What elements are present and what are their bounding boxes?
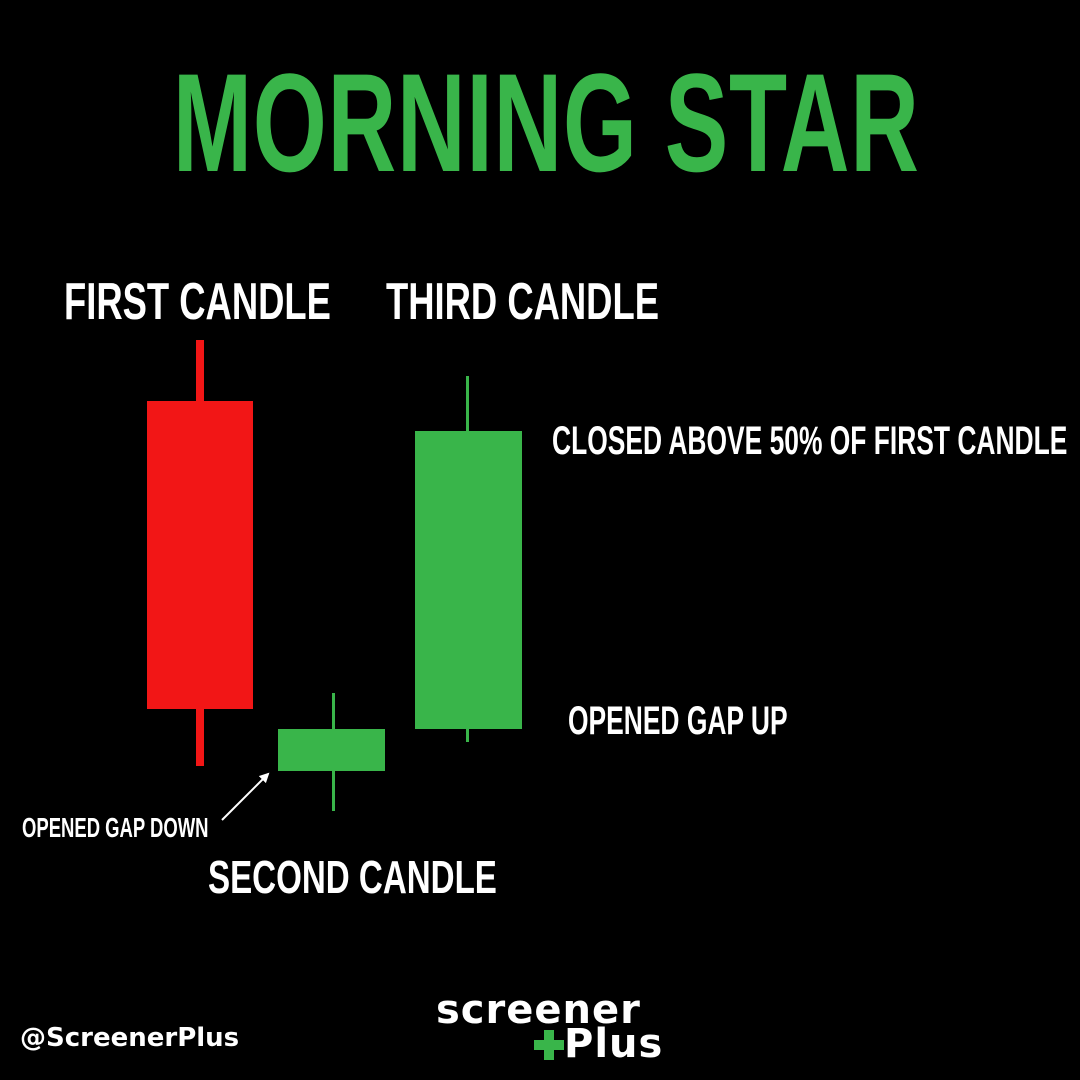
- third-candle: [415, 376, 522, 742]
- second-candle-label: SECOND CANDLE: [208, 851, 497, 903]
- third-candle-body: [415, 431, 522, 729]
- opened-gap-down-label: OPENED GAP DOWN: [22, 812, 209, 843]
- third-candle-label: THIRD CANDLE: [386, 273, 659, 331]
- brand-logo: screener Plus: [436, 988, 662, 1068]
- first-candle: [147, 340, 253, 766]
- closed-above-label: CLOSED ABOVE 50% OF FIRST CANDLE: [552, 419, 1068, 463]
- plus-icon: [534, 1030, 564, 1060]
- second-candle-body: [278, 729, 385, 771]
- gap-down-arrow: [221, 772, 270, 821]
- candlestick-diagram: [147, 340, 522, 821]
- first-candle-body: [147, 401, 253, 709]
- second-candle: [278, 693, 385, 811]
- opened-gap-up-label: OPENED GAP UP: [568, 699, 788, 743]
- logo-wordmark-bottom: Plus: [564, 1021, 664, 1067]
- first-candle-label: FIRST CANDLE: [64, 273, 331, 331]
- social-handle: @ScreenerPlus: [20, 1023, 240, 1053]
